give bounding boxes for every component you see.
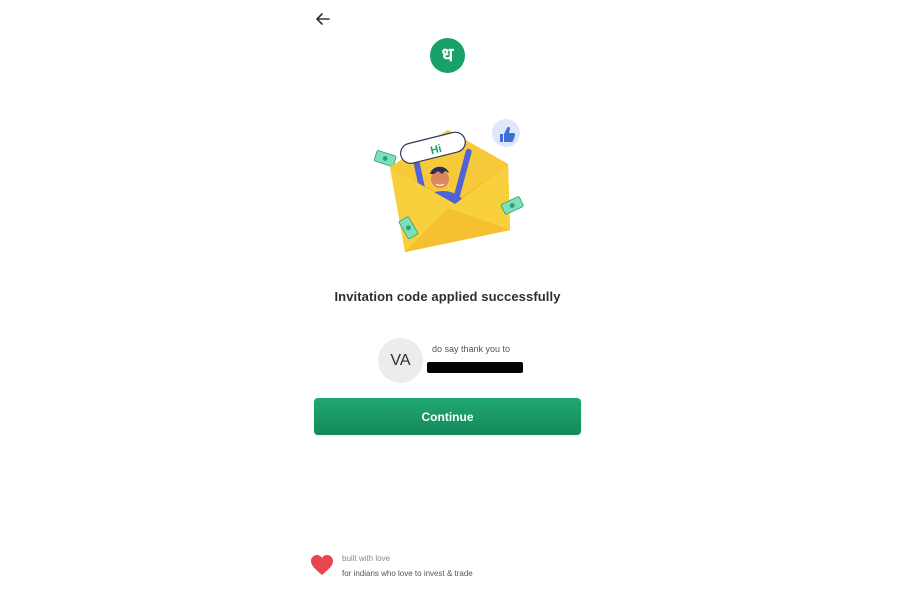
page-title: Invitation code applied successfully (334, 289, 561, 304)
arrow-left-icon (316, 13, 330, 25)
money-icon (373, 150, 397, 167)
continue-button[interactable]: Continue (314, 398, 581, 435)
invitation-illustration: Hi (373, 119, 524, 252)
referrer-avatar: VA (378, 338, 423, 383)
app-logo: ध (430, 38, 465, 73)
thank-you-label: do say thank you to (432, 344, 511, 354)
invitation-success-screen: ध Hi Invitation code applied successfull… (0, 0, 900, 600)
footer-tagline: built with love (342, 554, 391, 563)
logo-glyph: ध (441, 44, 454, 66)
referrer-initials: VA (390, 351, 411, 369)
footer-subtagline: for indians who love to invest & trade (342, 569, 473, 578)
redacted-referrer-name (427, 362, 523, 373)
back-button[interactable] (312, 8, 334, 30)
heart-icon (311, 555, 333, 575)
thumbs-up-icon (492, 119, 520, 147)
